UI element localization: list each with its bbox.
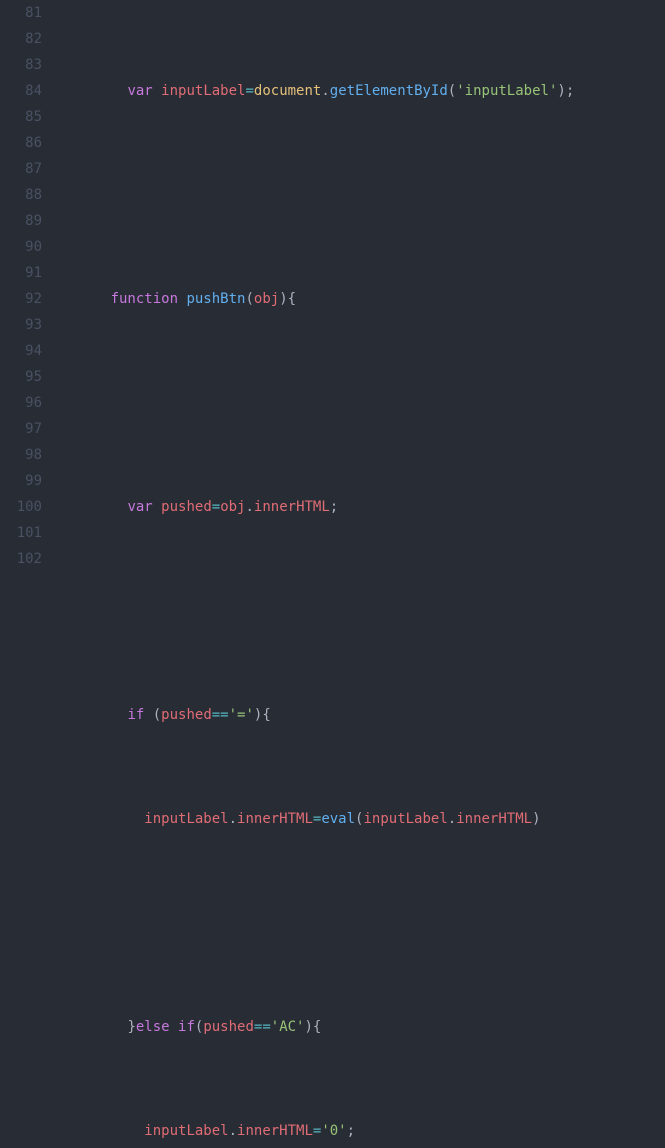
line-number: 92	[0, 286, 42, 312]
line-number: 100	[0, 494, 42, 520]
line-number: 83	[0, 52, 42, 78]
code-line[interactable]: function pushBtn(obj){	[60, 286, 665, 312]
line-number: 89	[0, 208, 42, 234]
line-number: 96	[0, 390, 42, 416]
line-number: 101	[0, 520, 42, 546]
line-number: 87	[0, 156, 42, 182]
code-line[interactable]: if (pushed=='='){	[60, 702, 665, 728]
line-number: 99	[0, 468, 42, 494]
line-number: 81	[0, 0, 42, 26]
line-number: 97	[0, 416, 42, 442]
line-number: 98	[0, 442, 42, 468]
line-number: 94	[0, 338, 42, 364]
line-number: 85	[0, 104, 42, 130]
code-line[interactable]	[60, 910, 665, 936]
line-number: 93	[0, 312, 42, 338]
code-line[interactable]: }else if(pushed=='AC'){	[60, 1014, 665, 1040]
line-number: 86	[0, 130, 42, 156]
line-number: 95	[0, 364, 42, 390]
code-area[interactable]: var inputLabel=document.getElementById('…	[60, 0, 665, 574]
code-line[interactable]: var inputLabel=document.getElementById('…	[60, 78, 665, 104]
code-editor: 81 82 83 84 85 86 87 88 89 90 91 92 93 9…	[0, 0, 665, 574]
code-line[interactable]: inputLabel.innerHTML=eval(inputLabel.inn…	[60, 806, 665, 832]
line-number-gutter: 81 82 83 84 85 86 87 88 89 90 91 92 93 9…	[0, 0, 60, 574]
code-line[interactable]: var pushed=obj.innerHTML;	[60, 494, 665, 520]
line-number: 102	[0, 546, 42, 572]
code-line[interactable]	[60, 182, 665, 208]
line-number: 84	[0, 78, 42, 104]
line-number: 91	[0, 260, 42, 286]
code-line[interactable]	[60, 598, 665, 624]
code-line[interactable]: inputLabel.innerHTML='0';	[60, 1118, 665, 1144]
line-number: 88	[0, 182, 42, 208]
line-number: 90	[0, 234, 42, 260]
code-line[interactable]	[60, 390, 665, 416]
line-number: 82	[0, 26, 42, 52]
